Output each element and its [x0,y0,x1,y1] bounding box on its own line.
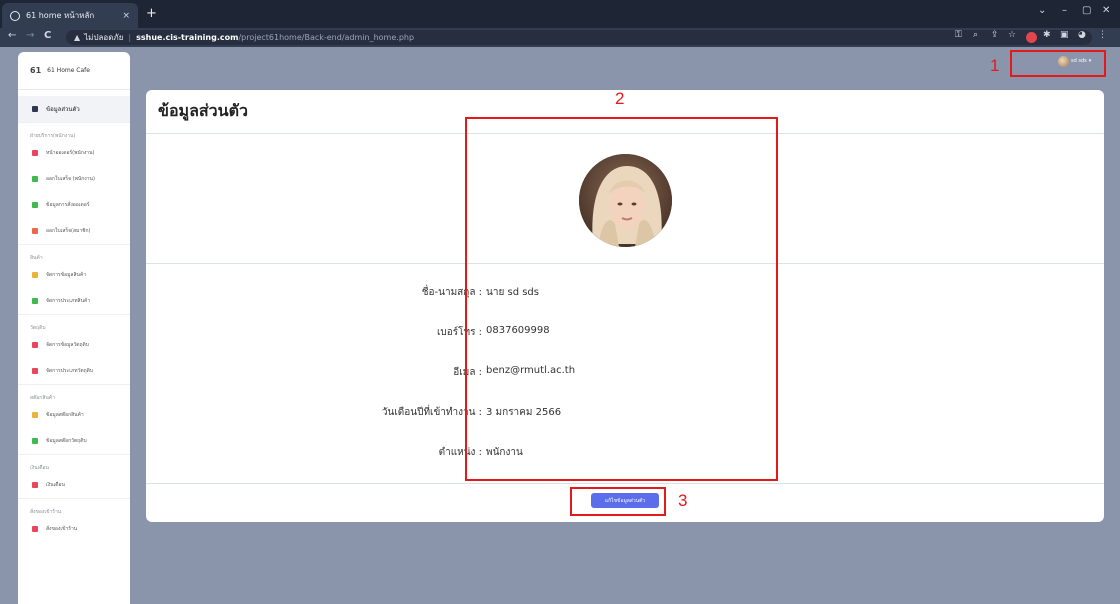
reload-icon[interactable]: C [44,30,51,41]
menu-square-icon [32,342,38,348]
url-path: /project61home/Back-end/admin_home.php [238,33,415,42]
tab-close-icon[interactable]: × [122,11,130,21]
sidebar-item-label: สั่งของเข้าร้าน [46,526,78,532]
sidebar-item[interactable]: จัดการข้อมูลวัตถุดิบ [18,332,130,358]
menu-square-icon [32,298,38,304]
menu-square-icon [32,202,38,208]
menu-square-icon [32,150,38,156]
sidebar-item-label: ข้อมูลสต๊อกวัตถุดิบ [46,438,87,444]
browser-toolbar: ← → C ▲ ไม่ปลอดภัย | sshue.cis-training.… [0,28,1120,47]
menu-square-icon [32,526,38,532]
sidebar-item-label: จัดการประเภทสินค้า [46,298,91,304]
annotation-number-3: 3 [678,491,688,510]
sidebar-item-label: จัดการประเภทวัตถุดิบ [46,368,94,374]
sidebar-heading: เงินเดือน [18,454,130,472]
url-host: sshue.cis-training.com [136,33,239,42]
sidebar-item[interactable]: สั่งของเข้าร้าน [18,516,130,542]
adblock-icon[interactable] [1026,32,1037,43]
sidebar-item-label: ข้อมูลการสั่งออเดอร์ [46,202,90,208]
share-icon[interactable]: ⇪ [991,30,999,40]
brand[interactable]: 61 61 Home Cafe [18,52,130,90]
annotation-box-2 [465,117,778,481]
sidebar-groups: ฝ่ายบริการ(พนักงาน) หน้าออเดอร์(พนักงาน) อ… [18,122,130,542]
bookmark-star-icon[interactable]: ☆ [1008,30,1016,40]
minimize-icon[interactable]: – [1062,5,1067,16]
sidebar-item-profile[interactable]: ข้อมูลส่วนตัว [18,96,130,122]
sidebar-item-label: ข้อมูลสต๊อกสินค้า [46,412,84,418]
forward-icon[interactable]: → [26,30,34,41]
annotation-box-3 [570,487,666,516]
warning-icon: ▲ [74,33,81,42]
sidebar-item-label: จัดการข้อมูลสินค้า [46,272,87,278]
sidebar-heading: วัตถุดิบ [18,314,130,332]
menu-square-icon [32,412,38,418]
menu-square-icon [32,228,38,234]
browser-tab-bar: 61 home หน้าหลัก × + ⌄ – ▢ ✕ [0,0,1120,28]
field-label: ชื่อ-นามสกุล : [421,287,482,298]
not-secure-label: ไม่ปลอดภัย [84,33,124,42]
sidebar-heading: สินค้า [18,244,130,262]
sidebar-item-label: ข้อมูลส่วนตัว [46,106,80,113]
sidebar-item[interactable]: หน้าออเดอร์(พนักงาน) [18,140,130,166]
id-card-icon [32,106,38,112]
sidebar-item-label: เงินเดือน [46,482,65,488]
field-label: เบอร์โทร : [436,327,482,338]
sidebar-item[interactable]: จัดการประเภทสินค้า [18,288,130,314]
sidebar-item[interactable]: จัดการข้อมูลสินค้า [18,262,130,288]
menu-icon[interactable]: ⋮ [1098,30,1107,40]
field-label: อีเมล : [453,367,482,378]
browser-tab[interactable]: 61 home หน้าหลัก × [2,3,138,28]
sidebar-item-label: ออกใบเสร็จ(สมาชิก) [46,228,91,234]
new-tab-icon[interactable]: + [146,6,157,21]
maximize-icon[interactable]: ▢ [1082,5,1091,16]
sidebar-item[interactable]: ออกใบเสร็จ (พนักงาน) [18,166,130,192]
menu-square-icon [32,272,38,278]
annotation-box-1 [1010,50,1106,77]
sidebar-item[interactable]: เงินเดือน [18,472,130,498]
sidebar: 61 61 Home Cafe ข้อมูลส่วนตัว ฝ่ายบริการ… [18,52,130,604]
annotation-number-1: 1 [990,56,1000,75]
tab-search-icon[interactable]: ⌄ [1038,5,1046,16]
sidebar-item[interactable]: ข้อมูลสต๊อกวัตถุดิบ [18,428,130,454]
close-window-icon[interactable]: ✕ [1102,5,1110,16]
globe-icon [10,10,20,21]
menu-square-icon [32,482,38,488]
brand-logo: 61 [30,66,42,75]
field-label: ตำแหน่ง : [438,447,482,458]
zoom-icon[interactable]: ⌕ [973,30,978,40]
annotation-number-2: 2 [615,89,625,108]
menu-square-icon [32,176,38,182]
profile-icon[interactable]: ◕ [1078,30,1086,40]
sidebar-heading: สั่งของเข้าร้าน [18,498,130,516]
menu-square-icon [32,438,38,444]
back-icon[interactable]: ← [8,30,16,41]
sidebar-item-label: หน้าออเดอร์(พนักงาน) [46,150,95,156]
tab-title: 61 home หน้าหลัก [26,11,95,20]
sidebar-heading: ฝ่ายบริการ(พนักงาน) [18,122,130,140]
sidebar-item[interactable]: ออกใบเสร็จ(สมาชิก) [18,218,130,244]
sidebar-item[interactable]: จัดการประเภทวัตถุดิบ [18,358,130,384]
address-bar[interactable]: ▲ ไม่ปลอดภัย | sshue.cis-training.com /p… [66,30,1092,45]
sidebar-item-label: ออกใบเสร็จ (พนักงาน) [46,176,95,182]
sidebar-item-label: จัดการข้อมูลวัตถุดิบ [46,342,89,348]
field-label: วันเดือนปีที่เข้าทำงาน : [381,407,482,418]
brand-name: 61 Home Cafe [47,67,90,74]
url-separator: | [128,33,132,42]
extensions-icon[interactable]: ✱ [1043,30,1051,40]
menu-square-icon [32,368,38,374]
sidebar-heading: สต๊อกสินค้า [18,384,130,402]
sidebar-item[interactable]: ข้อมูลการสั่งออเดอร์ [18,192,130,218]
sidebar-item[interactable]: ข้อมูลสต๊อกสินค้า [18,402,130,428]
sidepanel-icon[interactable]: ▣ [1060,30,1069,40]
key-icon[interactable]: ⚿ [955,30,962,40]
